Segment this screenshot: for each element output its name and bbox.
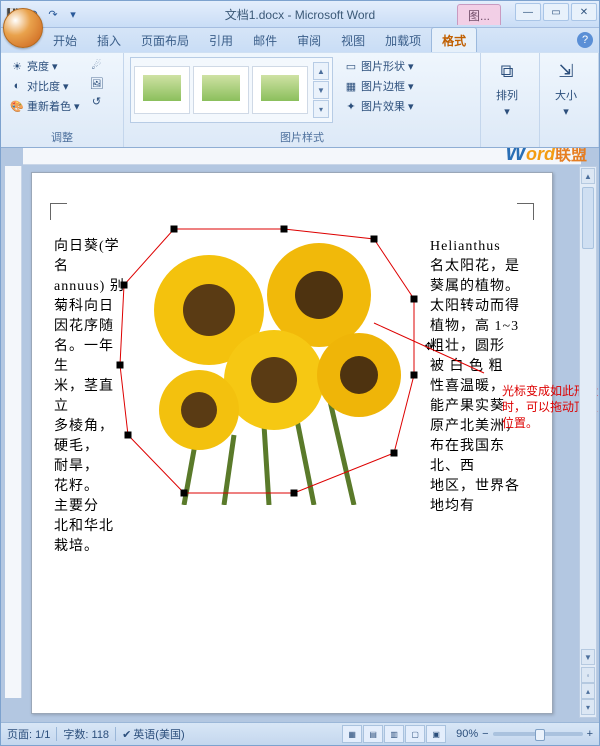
reset-icon[interactable]: ↺ [87,93,107,109]
group-picture-styles: ▲▼▾ ▭图片形状 ▾ ▦图片边框 ▾ ✦图片效果 ▾ 图片样式 [124,53,481,147]
group-size: ⇲ 大小▾ [540,53,599,147]
group-adjust: ☀亮度 ▾ ◐对比度 ▾ 🎨重新着色 ▾ ☄ 🖼 ↺ 调整 [1,53,124,147]
style-thumb[interactable] [252,66,308,114]
view-buttons[interactable]: ▦▤▥▢▣ [342,725,446,743]
tab-references[interactable]: 引用 [199,28,243,52]
contextual-tab-label[interactable]: 图... [457,4,501,25]
vertical-ruler[interactable] [5,166,22,698]
contrast-icon: ◐ [10,79,24,93]
document-content[interactable]: 向日葵(学名 annuus) 别 菊科向日 因花序随 名。一年生 米，茎直立 多… [54,213,530,693]
ribbon-tab-row: 开始 插入 页面布局 引用 邮件 审阅 视图 加载项 格式 ? [1,28,599,52]
document-area: www.wordlm.com Word联盟 向日葵(学名 annuus) 别 菊… [1,148,599,722]
close-button[interactable]: ✕ [571,3,597,21]
tab-home[interactable]: 开始 [43,28,87,52]
group-arrange: ⧉ 排列▾ [481,53,540,147]
app-window: 💾 ↶ ↷ ▾ 文档1.docx - Microsoft Word 图... —… [0,0,600,746]
recolor-button[interactable]: 🎨重新着色 ▾ [7,97,83,115]
style-gallery[interactable]: ▲▼▾ [130,57,333,123]
scroll-thumb[interactable] [582,187,594,249]
border-icon: ▦ [344,79,358,93]
sun-icon: ☀ [10,59,24,73]
compress-icon[interactable]: ☄ [87,57,107,73]
browse-object-icon[interactable]: ◦ [581,667,595,683]
group-styles-label: 图片样式 [130,128,474,145]
picture-border-button[interactable]: ▦图片边框 ▾ [341,77,417,95]
prev-page-icon[interactable]: ▴ [581,683,595,699]
vertical-scrollbar[interactable]: ▲ ▼ ◦ ▴ ▾ [579,166,597,718]
picture-effects-button[interactable]: ✦图片效果 ▾ [341,97,417,115]
help-icon[interactable]: ? [577,32,593,48]
horizontal-ruler[interactable] [23,148,581,165]
style-thumb[interactable] [193,66,249,114]
ribbon: ☀亮度 ▾ ◐对比度 ▾ 🎨重新着色 ▾ ☄ 🖼 ↺ 调整 ▲▼▾ [1,52,599,148]
title-bar: 💾 ↶ ↷ ▾ 文档1.docx - Microsoft Word 图... —… [1,1,599,28]
tab-review[interactable]: 审阅 [287,28,331,52]
effects-icon: ✦ [344,99,358,113]
zoom-out-icon[interactable]: − [482,728,488,740]
minimize-button[interactable]: — [515,3,541,21]
tab-view[interactable]: 视图 [331,28,375,52]
arrange-icon: ⧉ [493,57,521,85]
tab-layout[interactable]: 页面布局 [131,28,199,52]
watermark: www.wordlm.com Word联盟 [505,148,587,166]
zoom-slider[interactable] [493,732,583,736]
zoom-level[interactable]: 90% [456,728,478,740]
status-language[interactable]: 英语(美国) [133,726,184,742]
restore-button[interactable]: ▭ [543,3,569,21]
scroll-down-icon[interactable]: ▼ [581,649,595,665]
palette-icon: 🎨 [10,99,24,113]
spellcheck-icon[interactable]: ✔ [122,728,131,741]
group-adjust-label: 调整 [7,128,117,145]
window-title: 文档1.docx - Microsoft Word [1,6,599,23]
picture-shape-button[interactable]: ▭图片形状 ▾ [341,57,417,75]
tab-addins[interactable]: 加载项 [375,28,431,52]
size-button[interactable]: ⇲ 大小▾ [546,57,586,118]
next-page-icon[interactable]: ▾ [581,699,595,715]
shape-icon: ▭ [344,59,358,73]
status-page[interactable]: 页面: 1/1 [7,726,50,742]
window-controls: — ▭ ✕ [515,3,597,21]
redo-icon[interactable]: ↷ [45,6,61,22]
contrast-button[interactable]: ◐对比度 ▾ [7,77,83,95]
scroll-up-icon[interactable]: ▲ [581,168,595,184]
gallery-scroll[interactable]: ▲▼▾ [313,62,329,118]
style-thumb[interactable] [134,66,190,114]
annotation-arrow [364,313,504,383]
tab-format[interactable]: 格式 [431,27,477,52]
crop-icon: ⇲ [552,57,580,85]
zoom-in-icon[interactable]: + [587,728,593,740]
change-icon[interactable]: 🖼 [87,75,107,91]
page[interactable]: 向日葵(学名 annuus) 别 菊科向日 因花序随 名。一年生 米，茎直立 多… [31,172,553,714]
office-button[interactable] [3,8,43,48]
status-bar: 页面: 1/1 字数: 118 ✔ 英语(美国) ▦▤▥▢▣ 90% − + [1,722,599,745]
brightness-button[interactable]: ☀亮度 ▾ [7,57,83,75]
status-words[interactable]: 字数: 118 [63,726,109,742]
arrange-button[interactable]: ⧉ 排列▾ [487,57,527,118]
qat-more-icon[interactable]: ▾ [65,6,81,22]
tab-insert[interactable]: 插入 [87,28,131,52]
tab-mail[interactable]: 邮件 [243,28,287,52]
